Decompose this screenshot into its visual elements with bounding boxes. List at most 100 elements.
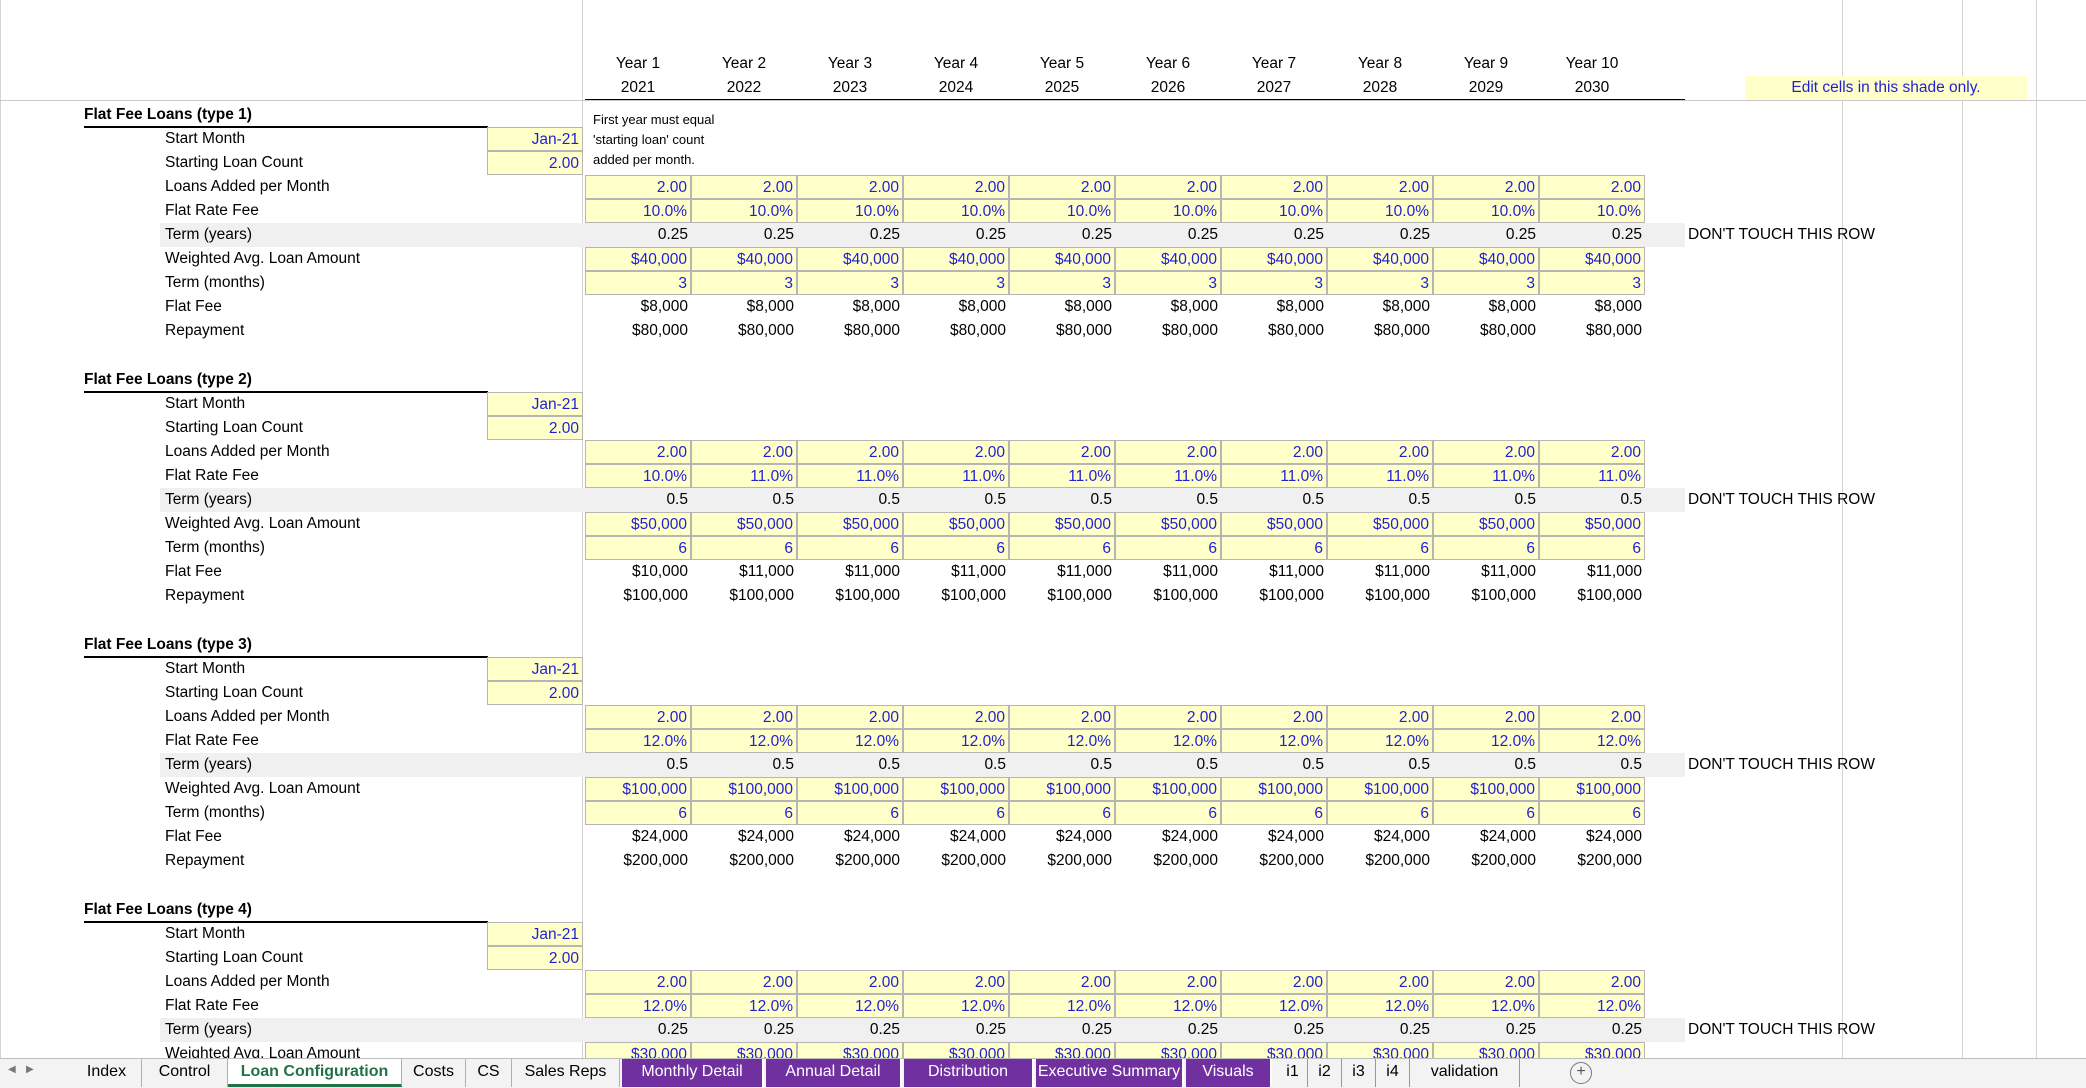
avg-amount-cell[interactable]: $30,000: [1433, 1042, 1539, 1058]
flat-rate-cell[interactable]: 11.0%: [1009, 464, 1115, 488]
flat-rate-cell[interactable]: 11.0%: [691, 464, 797, 488]
flat-rate-cell[interactable]: 11.0%: [797, 464, 903, 488]
sheet-tab-i1[interactable]: i1: [1278, 1059, 1308, 1087]
flat-rate-cell[interactable]: 12.0%: [585, 729, 691, 753]
avg-amount-cell[interactable]: $40,000: [585, 247, 691, 271]
scroll-right-icon[interactable]: ▶: [26, 1064, 34, 1075]
loans-added-cell[interactable]: 2.00: [1327, 440, 1433, 464]
avg-amount-cell[interactable]: $30,000: [1009, 1042, 1115, 1058]
term-months-cell[interactable]: 3: [1539, 271, 1645, 295]
term-months-cell[interactable]: 6: [1221, 801, 1327, 825]
avg-amount-cell[interactable]: $100,000: [1009, 777, 1115, 801]
loans-added-cell[interactable]: 2.00: [691, 440, 797, 464]
loans-added-cell[interactable]: 2.00: [797, 970, 903, 994]
loans-added-cell[interactable]: 2.00: [1115, 175, 1221, 199]
term-months-cell[interactable]: 6: [797, 801, 903, 825]
flat-rate-cell[interactable]: 12.0%: [797, 994, 903, 1018]
term-months-cell[interactable]: 6: [903, 801, 1009, 825]
flat-rate-cell[interactable]: 11.0%: [1221, 464, 1327, 488]
avg-amount-cell[interactable]: $100,000: [797, 777, 903, 801]
sheet-tab-i4[interactable]: i4: [1376, 1059, 1410, 1087]
avg-amount-cell[interactable]: $30,000: [691, 1042, 797, 1058]
flat-rate-cell[interactable]: 12.0%: [1327, 994, 1433, 1018]
avg-amount-cell[interactable]: $40,000: [1009, 247, 1115, 271]
loans-added-cell[interactable]: 2.00: [1539, 970, 1645, 994]
flat-rate-cell[interactable]: 12.0%: [1539, 729, 1645, 753]
loans-added-cell[interactable]: 2.00: [585, 705, 691, 729]
loans-added-cell[interactable]: 2.00: [1009, 705, 1115, 729]
flat-rate-cell[interactable]: 10.0%: [1009, 199, 1115, 223]
term-months-cell[interactable]: 6: [1433, 801, 1539, 825]
starting-count-input[interactable]: 2.00: [487, 151, 583, 175]
term-months-cell[interactable]: 6: [691, 536, 797, 560]
avg-amount-cell[interactable]: $30,000: [1327, 1042, 1433, 1058]
avg-amount-cell[interactable]: $30,000: [1221, 1042, 1327, 1058]
sheet-tab-annual-detail[interactable]: Annual Detail: [766, 1059, 902, 1087]
flat-rate-cell[interactable]: 10.0%: [1433, 199, 1539, 223]
avg-amount-cell[interactable]: $40,000: [1539, 247, 1645, 271]
loans-added-cell[interactable]: 2.00: [691, 970, 797, 994]
flat-rate-cell[interactable]: 10.0%: [585, 199, 691, 223]
term-months-cell[interactable]: 6: [1221, 536, 1327, 560]
term-months-cell[interactable]: 3: [1327, 271, 1433, 295]
avg-amount-cell[interactable]: $40,000: [903, 247, 1009, 271]
flat-rate-cell[interactable]: 12.0%: [797, 729, 903, 753]
avg-amount-cell[interactable]: $40,000: [797, 247, 903, 271]
avg-amount-cell[interactable]: $100,000: [1433, 777, 1539, 801]
term-months-cell[interactable]: 6: [1009, 801, 1115, 825]
sheet-tab-control[interactable]: Control: [142, 1059, 228, 1087]
loans-added-cell[interactable]: 2.00: [1327, 175, 1433, 199]
loans-added-cell[interactable]: 2.00: [585, 970, 691, 994]
term-months-cell[interactable]: 6: [1327, 801, 1433, 825]
loans-added-cell[interactable]: 2.00: [691, 175, 797, 199]
add-sheet-icon[interactable]: +: [1570, 1062, 1592, 1084]
start-month-input[interactable]: Jan-21: [487, 392, 583, 416]
flat-rate-cell[interactable]: 11.0%: [1539, 464, 1645, 488]
loans-added-cell[interactable]: 2.00: [903, 705, 1009, 729]
starting-count-input[interactable]: 2.00: [487, 416, 583, 440]
sheet-tab-costs[interactable]: Costs: [402, 1059, 466, 1087]
loans-added-cell[interactable]: 2.00: [903, 440, 1009, 464]
loans-added-cell[interactable]: 2.00: [1433, 970, 1539, 994]
start-month-input[interactable]: Jan-21: [487, 657, 583, 681]
avg-amount-cell[interactable]: $50,000: [1327, 512, 1433, 536]
sheet-tab-distribution[interactable]: Distribution: [904, 1059, 1034, 1087]
flat-rate-cell[interactable]: 12.0%: [1115, 994, 1221, 1018]
avg-amount-cell[interactable]: $40,000: [1221, 247, 1327, 271]
sheet-tab-executive-summary[interactable]: Executive Summary: [1036, 1059, 1184, 1087]
loans-added-cell[interactable]: 2.00: [1221, 175, 1327, 199]
flat-rate-cell[interactable]: 11.0%: [1115, 464, 1221, 488]
avg-amount-cell[interactable]: $50,000: [903, 512, 1009, 536]
loans-added-cell[interactable]: 2.00: [1327, 970, 1433, 994]
flat-rate-cell[interactable]: 11.0%: [1327, 464, 1433, 488]
avg-amount-cell[interactable]: $50,000: [1221, 512, 1327, 536]
loans-added-cell[interactable]: 2.00: [1433, 705, 1539, 729]
term-months-cell[interactable]: 6: [1539, 801, 1645, 825]
term-months-cell[interactable]: 6: [1433, 536, 1539, 560]
loans-added-cell[interactable]: 2.00: [1221, 970, 1327, 994]
sheet-tab-i3[interactable]: i3: [1342, 1059, 1376, 1087]
flat-rate-cell[interactable]: 10.0%: [1221, 199, 1327, 223]
scroll-left-icon[interactable]: ◀: [8, 1064, 16, 1075]
flat-rate-cell[interactable]: 12.0%: [903, 729, 1009, 753]
loans-added-cell[interactable]: 2.00: [1539, 175, 1645, 199]
flat-rate-cell[interactable]: 12.0%: [1115, 729, 1221, 753]
flat-rate-cell[interactable]: 12.0%: [691, 994, 797, 1018]
flat-rate-cell[interactable]: 10.0%: [1539, 199, 1645, 223]
loans-added-cell[interactable]: 2.00: [691, 705, 797, 729]
avg-amount-cell[interactable]: $30,000: [1115, 1042, 1221, 1058]
avg-amount-cell[interactable]: $50,000: [691, 512, 797, 536]
term-months-cell[interactable]: 3: [1115, 271, 1221, 295]
avg-amount-cell[interactable]: $100,000: [1221, 777, 1327, 801]
term-months-cell[interactable]: 3: [1009, 271, 1115, 295]
avg-amount-cell[interactable]: $100,000: [585, 777, 691, 801]
flat-rate-cell[interactable]: 12.0%: [1221, 994, 1327, 1018]
term-months-cell[interactable]: 6: [1115, 536, 1221, 560]
starting-count-input[interactable]: 2.00: [487, 946, 583, 970]
sheet-tab-cs[interactable]: CS: [466, 1059, 512, 1087]
loans-added-cell[interactable]: 2.00: [1115, 440, 1221, 464]
avg-amount-cell[interactable]: $50,000: [1539, 512, 1645, 536]
flat-rate-cell[interactable]: 12.0%: [1327, 729, 1433, 753]
avg-amount-cell[interactable]: $30,000: [797, 1042, 903, 1058]
flat-rate-cell[interactable]: 12.0%: [1009, 994, 1115, 1018]
